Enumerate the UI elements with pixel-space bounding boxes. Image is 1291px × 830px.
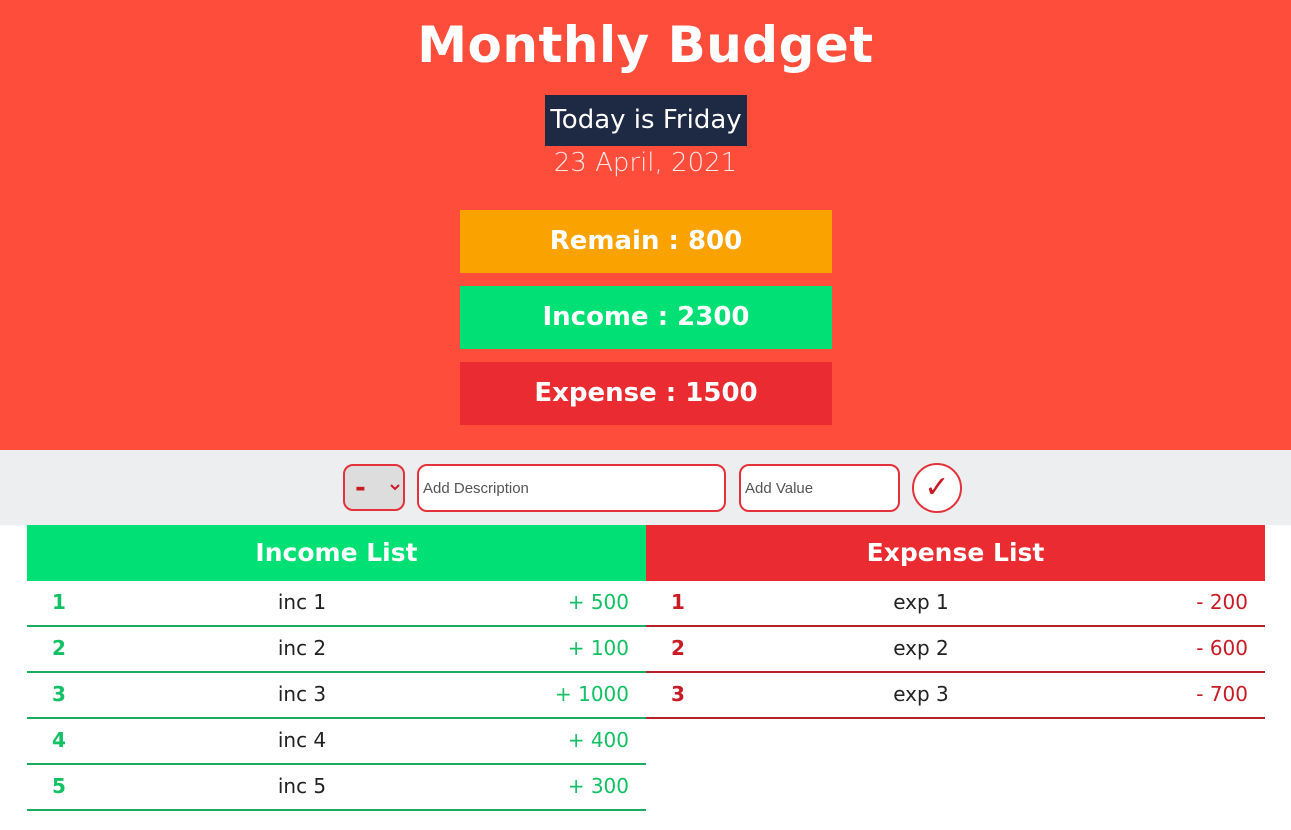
item-description: inc 5 bbox=[277, 774, 327, 798]
list-item: 2 inc 2 + 100 bbox=[27, 627, 646, 673]
list-item: 3 inc 3 + 1000 bbox=[27, 673, 646, 719]
type-select[interactable]: - bbox=[343, 464, 405, 511]
header: Monthly Budget Today is Friday 23 April,… bbox=[0, 0, 1291, 450]
item-description: exp 1 bbox=[893, 590, 949, 614]
value-input[interactable] bbox=[739, 464, 900, 512]
item-description: exp 2 bbox=[893, 636, 949, 660]
day-badge: Today is Friday bbox=[545, 95, 747, 146]
income-list: Income List 1 inc 1 + 500 2 inc 2 + 100 … bbox=[27, 525, 646, 811]
expense-summary: Expense : 1500 bbox=[460, 362, 832, 425]
item-amount: - 700 bbox=[1196, 682, 1248, 706]
list-item: 1 exp 1 - 200 bbox=[646, 581, 1265, 627]
list-item: 3 exp 3 - 700 bbox=[646, 673, 1265, 719]
page-title: Monthly Budget bbox=[417, 16, 874, 74]
income-summary: Income : 2300 bbox=[460, 286, 832, 349]
check-icon: ✓ bbox=[924, 470, 950, 505]
item-amount: - 600 bbox=[1196, 636, 1248, 660]
expense-list: Expense List 1 exp 1 - 200 2 exp 2 - 600… bbox=[646, 525, 1265, 719]
list-item: 4 inc 4 + 400 bbox=[27, 719, 646, 765]
expense-list-title: Expense List bbox=[646, 525, 1265, 581]
item-amount: + 500 bbox=[567, 590, 629, 614]
item-amount: + 400 bbox=[567, 728, 629, 752]
item-description: inc 1 bbox=[277, 590, 327, 614]
list-item: 5 inc 5 + 300 bbox=[27, 765, 646, 811]
item-description: inc 3 bbox=[277, 682, 327, 706]
item-description: exp 3 bbox=[893, 682, 949, 706]
item-amount: + 1000 bbox=[554, 682, 629, 706]
list-item: 2 exp 2 - 600 bbox=[646, 627, 1265, 673]
list-item: 1 inc 1 + 500 bbox=[27, 581, 646, 627]
item-amount: + 100 bbox=[567, 636, 629, 660]
item-description: inc 4 bbox=[277, 728, 327, 752]
item-amount: - 200 bbox=[1196, 590, 1248, 614]
submit-check-button[interactable]: ✓ bbox=[912, 463, 962, 513]
item-description: inc 2 bbox=[277, 636, 327, 660]
date-label: 23 April, 2021 bbox=[553, 148, 738, 178]
item-amount: + 300 bbox=[567, 774, 629, 798]
remain-summary: Remain : 800 bbox=[460, 210, 832, 273]
income-list-title: Income List bbox=[27, 525, 646, 581]
description-input[interactable] bbox=[417, 464, 726, 512]
